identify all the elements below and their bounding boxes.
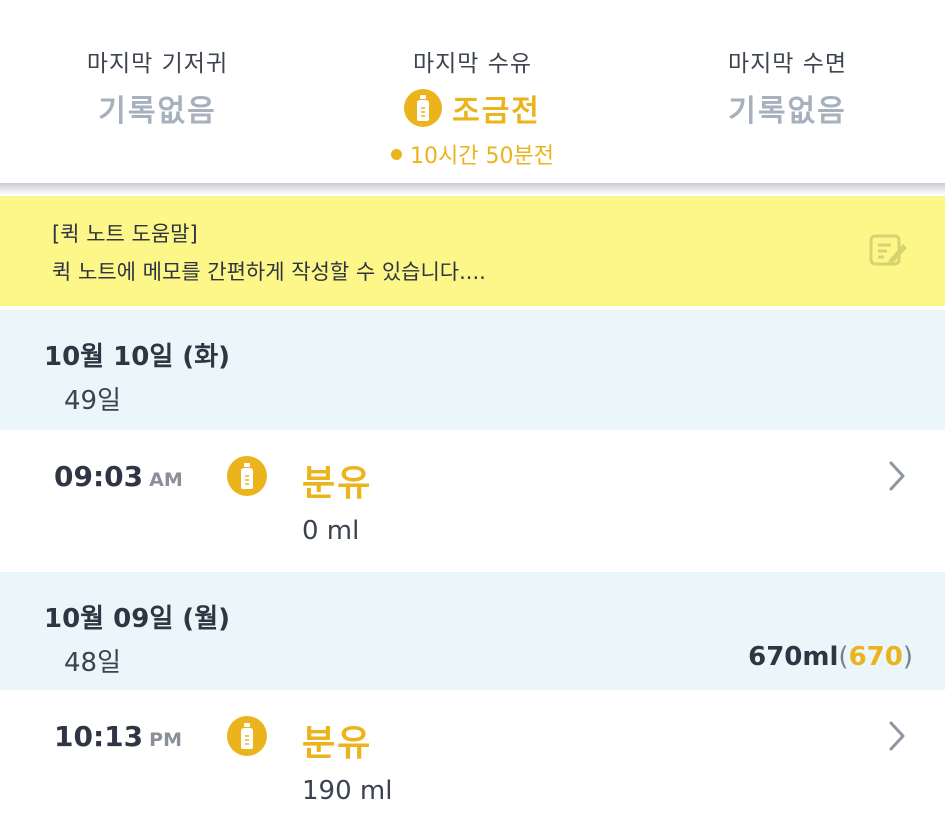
last-sleep[interactable]: 마지막 수면 기록없음 <box>630 44 945 130</box>
quick-note-title: [퀵 노트 도움말] <box>52 222 198 246</box>
entry-amount: 0 ml <box>302 516 360 546</box>
entry-time: 09:03 AM <box>54 460 183 493</box>
last-activity-summary: 마지막 기저귀 기록없음 마지막 수유 조금전 10시간 50분전 마지막 수면… <box>0 0 945 183</box>
entry-type: 분유 <box>302 463 373 504</box>
last-feeding-elapsed: 10시간 50분전 <box>410 144 554 169</box>
bottle-icon <box>404 89 443 127</box>
last-feeding-value: 조금전 <box>452 94 541 129</box>
last-sleep-label: 마지막 수면 <box>727 51 848 77</box>
edit-note-icon[interactable] <box>869 232 909 272</box>
status-dot <box>391 148 403 160</box>
baby-age-days: 48일 <box>64 648 122 678</box>
last-feeding-label: 마지막 수유 <box>412 51 533 77</box>
summary-shadow <box>0 183 945 195</box>
last-diaper-value: 기록없음 <box>98 94 217 129</box>
entry-ampm: AM <box>149 469 183 491</box>
chevron-right-icon[interactable] <box>887 460 907 496</box>
chevron-right-icon[interactable] <box>887 720 907 756</box>
daily-total: 670ml(670) <box>748 642 913 672</box>
date-header: 10월 09일 (월) 48일 670ml(670) <box>0 572 945 690</box>
list-item[interactable]: 10:13 PM 분유 190 ml <box>0 690 945 839</box>
date-title: 10월 09일 (월) <box>44 604 230 634</box>
date-header: 10월 10일 (화) 49일 <box>0 310 945 430</box>
last-diaper[interactable]: 마지막 기저귀 기록없음 <box>0 44 315 130</box>
bottle-icon <box>227 456 267 496</box>
entry-amount: 190 ml <box>302 776 393 806</box>
entry-type: 분유 <box>302 723 373 764</box>
date-title: 10월 10일 (화) <box>44 342 230 372</box>
quick-note-text: 퀵 노트에 메모를 간편하게 작성할 수 있습니다.... <box>52 260 486 284</box>
baby-age-days: 49일 <box>64 386 122 416</box>
last-diaper-label: 마지막 기저귀 <box>86 51 229 77</box>
last-feeding[interactable]: 마지막 수유 조금전 10시간 50분전 <box>315 44 630 170</box>
last-sleep-value: 기록없음 <box>728 94 847 129</box>
entry-time: 10:13 PM <box>54 720 182 753</box>
quick-note[interactable]: [퀵 노트 도움말] 퀵 노트에 메모를 간편하게 작성할 수 있습니다.... <box>0 196 945 306</box>
bottle-icon <box>227 716 267 756</box>
list-item[interactable]: 09:03 AM 분유 0 ml <box>0 430 945 572</box>
entry-ampm: PM <box>149 729 182 751</box>
